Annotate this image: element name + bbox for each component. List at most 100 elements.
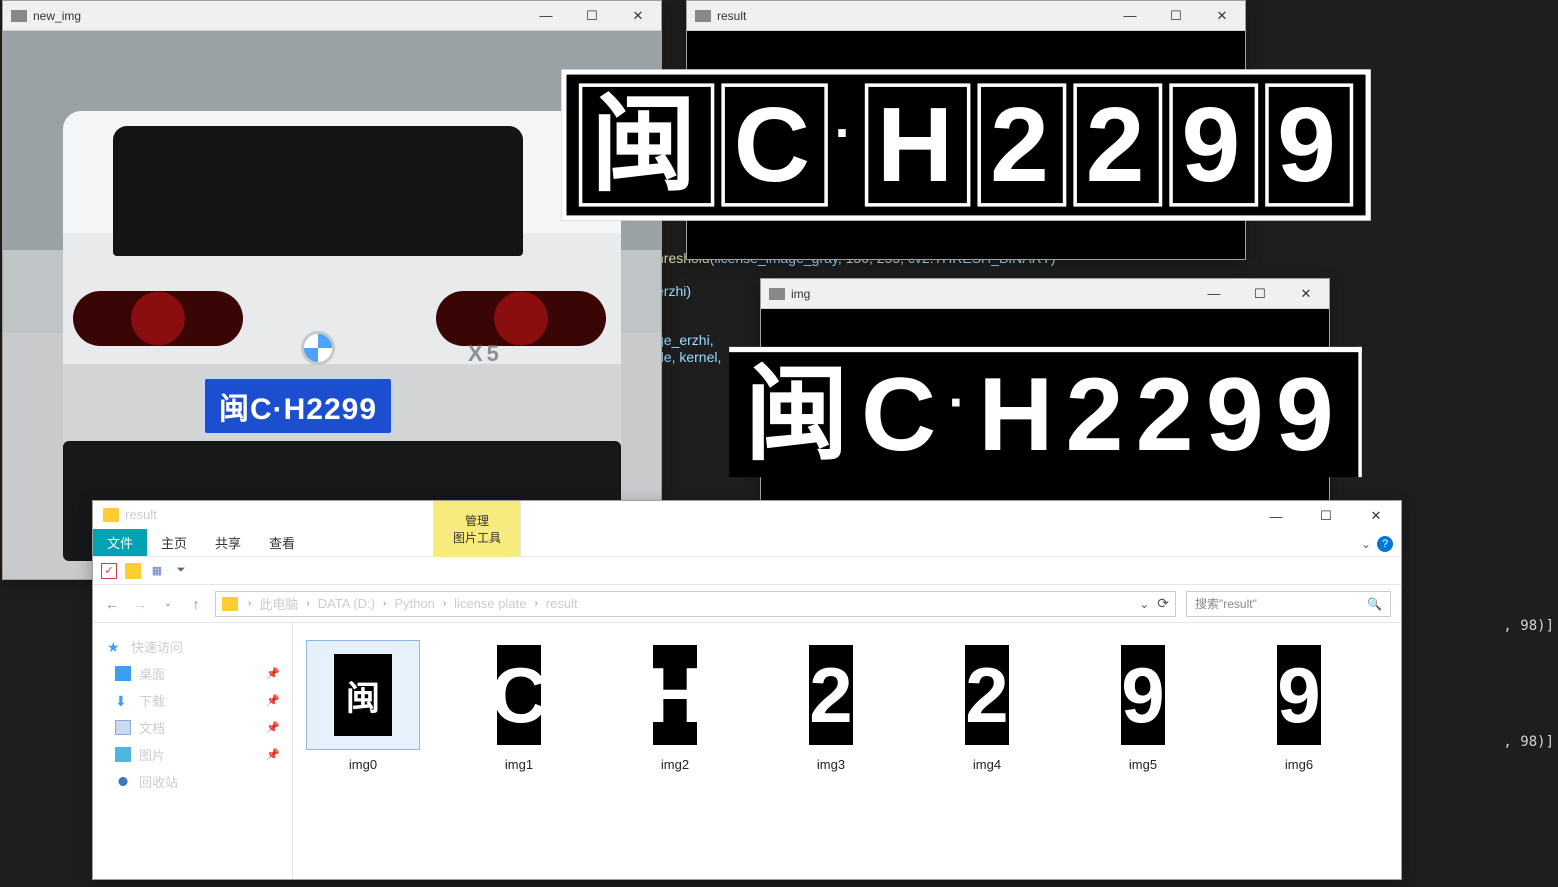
sidebar-item-pictures[interactable]: 图片 📌 [93, 741, 292, 768]
titlebar[interactable]: img — ☐ ✕ [761, 279, 1329, 309]
tab-home[interactable]: 主页 [147, 529, 201, 557]
refresh-button[interactable]: ⟳ [1157, 595, 1169, 612]
qat-properties-icon[interactable]: ✓ [101, 563, 117, 579]
picture-icon [115, 747, 131, 762]
star-icon: ★ [107, 639, 123, 654]
breadcrumb-item[interactable]: result [544, 596, 580, 611]
ribbon-collapse-icon[interactable]: ⌄ [1361, 537, 1371, 551]
folder-icon [222, 597, 238, 611]
sidebar-item-desktop[interactable]: 桌面 📌 [93, 660, 292, 687]
plate-binary: 闽 C · H 2 2 9 9 [729, 347, 1362, 477]
titlebar[interactable]: new_img — ☐ ✕ [3, 1, 661, 31]
nav-recent-button[interactable]: ⌄ [159, 598, 177, 609]
close-button[interactable]: ✕ [1199, 1, 1245, 31]
sidebar-item-documents[interactable]: 文档 📌 [93, 714, 292, 741]
file-name: img3 [817, 757, 845, 772]
maximize-button[interactable]: ☐ [1153, 1, 1199, 31]
maximize-button[interactable]: ☐ [1301, 501, 1351, 531]
breadcrumb-item[interactable]: DATA (D:) [316, 596, 377, 611]
minimize-button[interactable]: — [1191, 279, 1237, 309]
breadcrumb-item[interactable]: Python [392, 596, 436, 611]
app-icon [11, 10, 27, 22]
code-output-fragment-1: , 98)] [1503, 618, 1554, 634]
bmw-logo-icon [301, 331, 335, 365]
file-name: img2 [661, 757, 689, 772]
window-result[interactable]: result — ☐ ✕ 闽 C · H 2 2 9 9 [686, 0, 1246, 260]
search-input[interactable]: 搜索"result" 🔍 [1186, 591, 1391, 617]
car-model-badge: X5 [468, 341, 503, 367]
window-title: new_img [33, 9, 523, 23]
breadcrumb[interactable]: › 此电脑› DATA (D:)› Python› license plate›… [215, 591, 1176, 617]
file-name: img0 [349, 757, 377, 772]
plate-binary-boxed: 闽 C · H 2 2 9 9 [561, 69, 1371, 220]
file-item[interactable]: 9 img5 [1087, 641, 1199, 772]
license-plate: 闽C·H2299 [203, 377, 393, 435]
file-item[interactable]: 闽 img0 [307, 641, 419, 772]
sidebar-item-recycle[interactable]: 回收站 [93, 768, 292, 795]
app-icon [695, 10, 711, 22]
breadcrumb-item[interactable]: license plate [452, 596, 528, 611]
explorer-title: result [93, 501, 309, 529]
help-icon[interactable]: ? [1377, 536, 1393, 552]
close-button[interactable]: ✕ [1351, 501, 1401, 531]
file-name: img1 [505, 757, 533, 772]
folder-icon [103, 508, 119, 522]
maximize-button[interactable]: ☐ [1237, 279, 1283, 309]
file-name: img6 [1285, 757, 1313, 772]
window-explorer[interactable]: result 文件 主页 共享 查看 管理 图片工具 — ☐ ✕ ⌄ ? ✓ ▦… [92, 500, 1402, 880]
nav-forward-button[interactable]: → [131, 596, 149, 612]
breadcrumb-item[interactable]: 此电脑 [257, 594, 300, 613]
tab-view[interactable]: 查看 [255, 529, 309, 557]
tab-manage[interactable]: 管理 图片工具 [433, 501, 521, 557]
nav-back-button[interactable]: ← [103, 596, 121, 612]
quick-access-toolbar: ✓ ▦ ⏷ [93, 557, 1401, 585]
image-viewport: 闽 C · H 2 2 9 9 [761, 309, 1329, 515]
window-title: img [791, 287, 1191, 301]
search-placeholder: 搜索"result" [1195, 595, 1257, 612]
file-item[interactable]: H img2 [619, 641, 731, 772]
file-item[interactable]: C img1 [463, 641, 575, 772]
minimize-button[interactable]: — [1251, 501, 1301, 531]
window-img[interactable]: img — ☐ ✕ 闽 C · H 2 2 9 9 [760, 278, 1330, 516]
ribbon-tabs: 文件 主页 共享 查看 [93, 529, 309, 557]
sidebar-item-downloads[interactable]: ⬇ 下载 📌 [93, 687, 292, 714]
explorer-sidebar: ★ 快速访问 桌面 📌 ⬇ 下载 📌 文档 📌 图片 📌 [93, 623, 293, 879]
file-name: img4 [973, 757, 1001, 772]
recycle-icon [115, 774, 131, 789]
thumbnail-icon: 9 [1121, 645, 1165, 745]
pin-icon: 📌 [266, 667, 280, 680]
close-button[interactable]: ✕ [1283, 279, 1329, 309]
minimize-button[interactable]: — [1107, 1, 1153, 31]
file-item[interactable]: 2 img3 [775, 641, 887, 772]
minimize-button[interactable]: — [523, 1, 569, 31]
thumbnail-icon: 2 [809, 645, 853, 745]
explorer-items-pane[interactable]: 闽 img0 C img1 H img2 2 img3 2 img4 9 img… [293, 623, 1401, 879]
breadcrumb-dropdown-icon[interactable]: ⌄ [1139, 597, 1149, 611]
thumbnail-icon: H [653, 645, 697, 745]
thumbnail-icon: 2 [965, 645, 1009, 745]
maximize-button[interactable]: ☐ [569, 1, 615, 31]
qat-view-icon[interactable]: ▦ [149, 563, 165, 579]
code-output-fragment-2: , 98)] [1503, 734, 1554, 750]
thumbnail-icon: 9 [1277, 645, 1321, 745]
close-button[interactable]: ✕ [615, 1, 661, 31]
pin-icon: 📌 [266, 721, 280, 734]
window-title: result [717, 9, 1107, 23]
titlebar[interactable]: result — ☐ ✕ [687, 1, 1245, 31]
document-icon [115, 720, 131, 735]
tab-file[interactable]: 文件 [93, 529, 147, 557]
file-item[interactable]: 9 img6 [1243, 641, 1355, 772]
pin-icon: 📌 [266, 694, 280, 707]
thumbnail-icon: C [497, 645, 541, 745]
qat-dropdown-icon[interactable]: ⏷ [173, 563, 189, 579]
download-icon: ⬇ [115, 693, 131, 708]
sidebar-item-quickaccess[interactable]: ★ 快速访问 [93, 633, 292, 660]
app-icon [769, 288, 785, 300]
desktop-icon [115, 666, 131, 681]
nav-up-button[interactable]: ↑ [187, 596, 205, 612]
search-icon: 🔍 [1367, 597, 1382, 611]
image-viewport: 闽 C · H 2 2 9 9 [687, 31, 1245, 259]
tab-share[interactable]: 共享 [201, 529, 255, 557]
qat-newfolder-icon[interactable] [125, 563, 141, 579]
file-item[interactable]: 2 img4 [931, 641, 1043, 772]
